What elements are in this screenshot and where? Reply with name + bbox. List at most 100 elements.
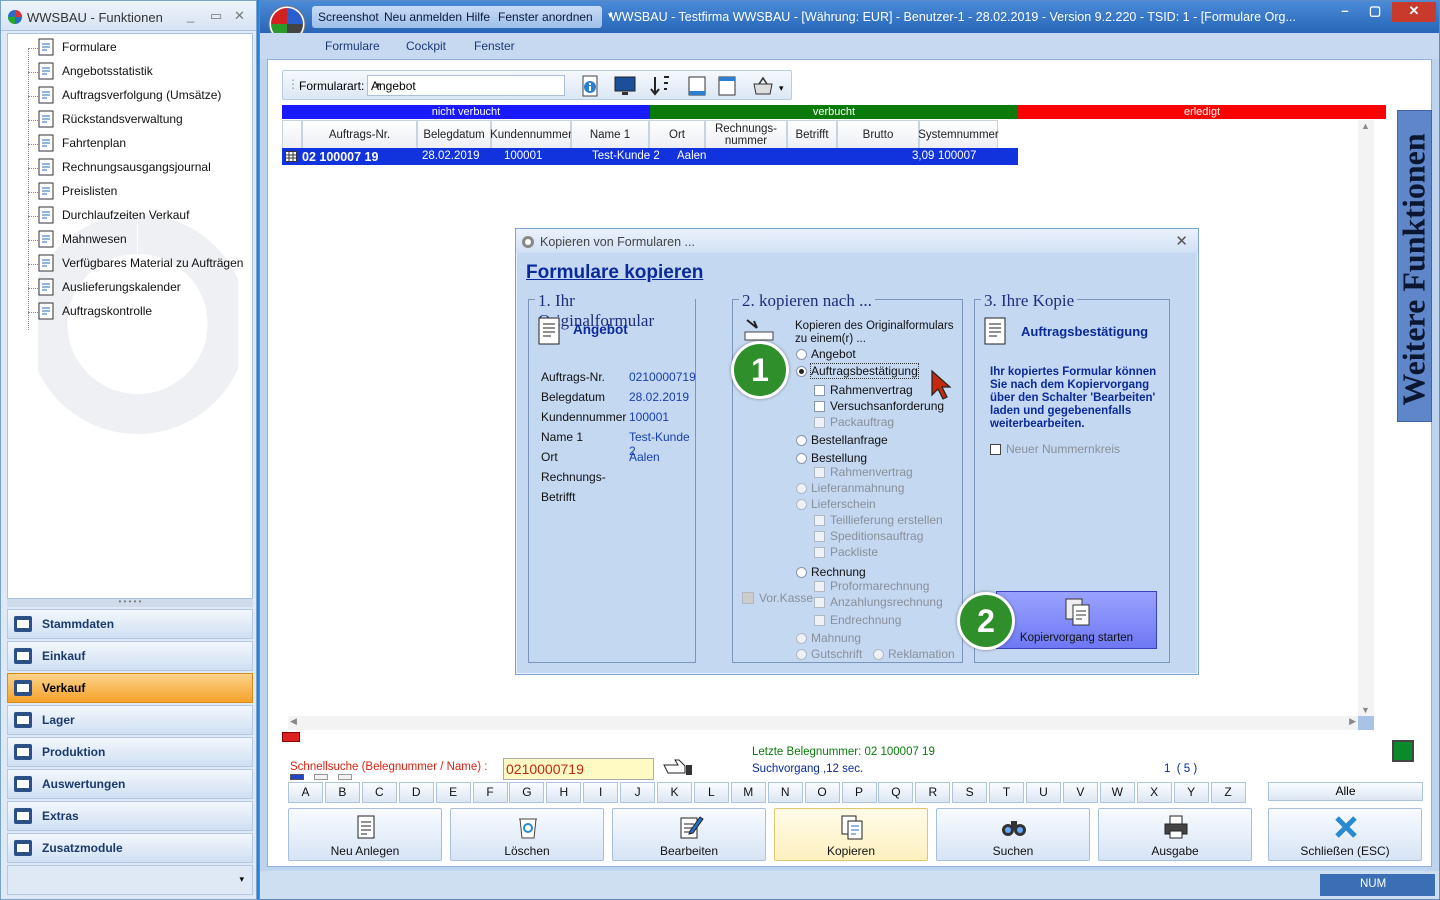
letter-filter-e[interactable]: E [435,782,471,803]
menu-cockpit[interactable]: Cockpit [406,39,446,53]
output-button[interactable]: Ausgabe [1098,808,1252,861]
layout-top-icon[interactable] [715,74,739,98]
filter-all-button[interactable]: Alle [1268,782,1423,801]
tree-item-11[interactable]: Auslieferungskalender [28,276,181,298]
tree-item-4[interactable]: Rückstandsverwaltung [28,108,183,130]
search-mode-toggle[interactable] [290,774,304,780]
radio-bestellung[interactable]: Bestellung [796,451,867,465]
letter-filter-l[interactable]: L [693,782,729,803]
col-betrifft[interactable]: Betrifft [787,120,837,150]
menu-formulare[interactable]: Formulare [325,39,380,53]
maximize-icon[interactable]: ▭ [210,8,222,24]
info-icon[interactable] [578,74,602,98]
check-rahmenvertrag[interactable]: Rahmenvertrag [814,383,913,397]
letter-filter-v[interactable]: V [1062,782,1098,803]
radio-mahnung[interactable]: Mahnung [796,631,861,645]
check-proformarechnung[interactable]: Proformarechnung [814,579,929,593]
col-rechnungsnummer[interactable]: Rechnungs- nummer [705,120,787,150]
close-button[interactable]: Schließen (ESC) [1268,808,1422,861]
radio-lieferanmahnung[interactable]: Lieferanmahnung [796,481,904,495]
col-systemnummer[interactable]: Systemnummer [918,120,999,150]
search-mode-toggle[interactable] [314,774,328,780]
letter-filter-s[interactable]: S [952,782,988,803]
letter-filter-w[interactable]: W [1099,782,1135,803]
radio-auftragsbestaetigung[interactable]: Auftragsbestätigung [796,363,919,379]
tree-item-2[interactable]: Angebotsstatistik [28,60,153,82]
radio-lieferschein[interactable]: Lieferschein [796,497,876,511]
layout-bottom-icon[interactable] [685,74,709,98]
letter-filter-u[interactable]: U [1026,782,1061,803]
toolbar-grip[interactable]: ⋮ [287,77,299,91]
tree-item-3[interactable]: Auftragsverfolgung (Umsätze) [28,84,221,106]
col-ort[interactable]: Ort [649,120,705,150]
qa-hilfe[interactable]: Hilfe [466,10,490,24]
edit-button[interactable]: Bearbeiten [612,808,766,861]
letter-filter-q[interactable]: Q [878,782,914,803]
start-copy-button[interactable]: Kopiervorgang starten [996,591,1157,649]
tree-item-1[interactable]: Formulare [28,36,117,58]
letter-filter-o[interactable]: O [804,782,840,803]
qa-screenshot[interactable]: Screenshot [318,10,379,24]
col-belegdatum[interactable]: Belegdatum [417,120,491,150]
quick-search-input[interactable] [503,758,654,780]
col-name1[interactable]: Name 1 [571,120,649,150]
horizontal-scrollbar[interactable]: ◀ ▶ [288,716,1358,730]
nav-lager[interactable]: Lager [7,705,253,735]
letter-filter-t[interactable]: T [989,782,1025,803]
check-rahmenvertrag-bestellung[interactable]: Rahmenvertrag [814,465,913,479]
check-packliste[interactable]: Packliste [814,545,878,559]
sort-icon[interactable] [648,74,672,98]
letter-filter-g[interactable]: G [509,782,545,803]
copy-button[interactable]: Kopieren [774,808,928,861]
formularart-select[interactable]: Angebot ▼ [367,75,565,96]
close-icon[interactable]: ✕ [1175,232,1188,250]
close-icon[interactable]: ✕ [1392,2,1436,22]
radio-angebot[interactable]: Angebot [796,347,856,361]
check-speditionsauftrag[interactable]: Speditionsauftrag [814,529,923,543]
check-neuer-nummernkreis[interactable]: Neuer Nummernkreis [990,442,1120,456]
radio-gutschrift[interactable]: Gutschrift [796,647,862,661]
table-row[interactable]: 02 100007 19 28.02.2019 100001 Test-Kund… [282,148,1018,165]
nav-auswertungen[interactable]: Auswertungen [7,769,253,799]
radio-bestellanfrage[interactable]: Bestellanfrage [796,433,888,447]
check-anzahlungsrechnung[interactable]: Anzahlungsrechnung [814,595,943,609]
check-teillieferung[interactable]: Teillieferung erstellen [814,513,943,527]
letter-filter-x[interactable]: X [1136,782,1172,803]
tree-item-12[interactable]: Auftragskontrolle [28,300,152,322]
minimize-icon[interactable]: _ [187,8,194,23]
qa-neu-anmelden[interactable]: Neu anmelden [384,10,462,24]
maximize-icon[interactable]: ▢ [1360,2,1390,22]
tree-item-8[interactable]: Durchlaufzeiten Verkauf [28,204,189,226]
letter-filter-j[interactable]: J [620,782,656,803]
tree-item-10[interactable]: Verfügbares Material zu Aufträgen [28,252,243,274]
letter-filter-c[interactable]: C [361,782,397,803]
tree-item-7[interactable]: Preislisten [28,180,117,202]
col-kundennummer[interactable]: Kundennummer [490,120,572,150]
tree-item-5[interactable]: Fahrtenplan [28,132,126,154]
letter-filter-n[interactable]: N [767,782,803,803]
letter-filter-y[interactable]: Y [1173,782,1209,803]
search-button[interactable]: Suchen [936,808,1090,861]
more-functions-tab[interactable]: Weitere Funktionen [1396,110,1432,422]
letter-filter-m[interactable]: M [730,782,766,803]
minimize-icon[interactable]: – [1330,2,1360,22]
nav-extras[interactable]: Extras [7,801,253,831]
search-mode-toggle[interactable] [338,774,352,780]
basket-icon[interactable] [751,74,775,98]
toolbar-overflow-icon[interactable]: ▾ [779,83,784,94]
radio-reklamation[interactable]: Reklamation [873,647,955,661]
tree-item-9[interactable]: Mahnwesen [28,228,127,250]
nav-zusatzmodule[interactable]: Zusatzmodule [7,833,253,863]
chevron-down-icon[interactable]: ▾ [239,874,244,885]
col-auftrags-nr[interactable]: Auftrags-Nr. [302,120,417,150]
menu-fenster[interactable]: Fenster [474,39,515,53]
nav-overflow[interactable]: ▾ [7,865,253,895]
letter-filter-k[interactable]: K [657,782,692,803]
nav-stammdaten[interactable]: Stammdaten [7,609,253,639]
letter-filter-p[interactable]: P [841,782,877,803]
vertical-scrollbar[interactable]: ▲ ▼ [1358,120,1374,716]
monitor-icon[interactable] [613,74,637,98]
delete-button[interactable]: Löschen [450,808,604,861]
check-endrechnung[interactable]: Endrechnung [814,613,901,627]
new-button[interactable]: Neu Anlegen [288,808,442,861]
